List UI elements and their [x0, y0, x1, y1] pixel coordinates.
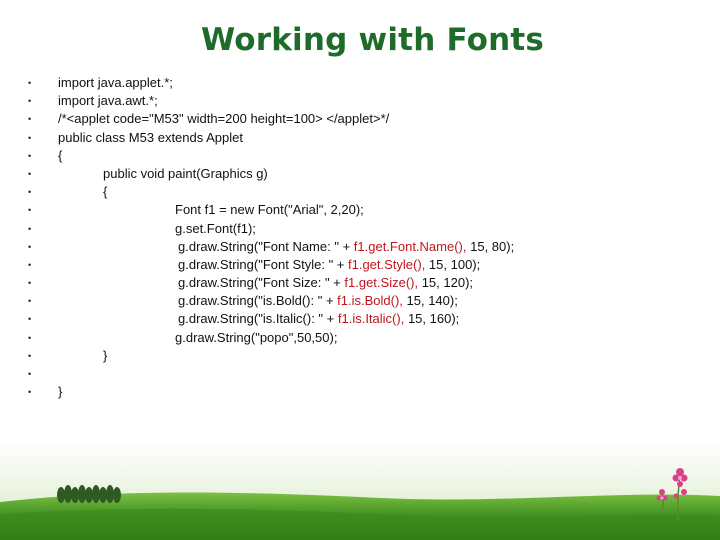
bullet-icon: • — [28, 314, 32, 325]
code-segment: Font f1 = new Font("Arial", 2,20); — [175, 202, 364, 218]
code-line: • g.draw.String("popo",50,50); — [28, 329, 668, 347]
bullet-icon: • — [28, 114, 32, 125]
code-listing: • import java.applet.*; • import java.awt.*… — [28, 74, 668, 401]
code-segment: g.set.Font(f1); — [175, 220, 256, 236]
code-line: • g.set.Font(f1); — [28, 220, 668, 238]
code-highlight: f1.is.Bold(), — [337, 293, 403, 309]
code-highlight: f1.get.Size(), — [344, 275, 419, 291]
code-text: public class M53 extends Applet — [58, 129, 243, 147]
code-line: • g.draw.String("Font Size: " + f1.get.Si… — [28, 274, 668, 292]
bullet-icon: • — [28, 96, 32, 107]
code-segment: g.draw.String("popo",50,50); — [175, 329, 338, 345]
code-segment: { — [103, 184, 108, 200]
code-segment: g.draw.String("Font Style: " + — [178, 256, 348, 272]
code-text: /*<applet code="M53" width=200 height=10… — [58, 110, 389, 128]
bullet-icon: • — [28, 132, 32, 143]
code-text: } — [58, 383, 62, 401]
code-segment: } — [103, 347, 108, 363]
code-text: } — [103, 347, 107, 365]
bullet-icon: • — [28, 150, 32, 161]
bullet-icon: • — [28, 350, 32, 361]
code-segment: 15, 100); — [425, 256, 481, 272]
code-line: • public class M53 extends Applet — [28, 129, 668, 147]
bullet-icon: • — [28, 387, 32, 398]
pink-flower-icon — [656, 468, 688, 521]
code-segment: /*<applet code="M53" width=200 height=10… — [58, 111, 390, 127]
code-segment: } — [58, 384, 63, 400]
code-text: Font f1 = new Font("Arial", 2,20); — [175, 201, 364, 219]
code-segment: import java.awt.*; — [58, 93, 158, 109]
code-line: • import java.applet.*; — [28, 74, 668, 92]
code-segment: public class M53 extends Applet — [58, 129, 243, 145]
code-segment: g.draw.String("Font Name: " + — [178, 238, 354, 254]
code-segment: 15, 140); — [402, 293, 458, 309]
bullet-icon: • — [28, 187, 32, 198]
code-line: • — [28, 365, 668, 383]
bullet-icon: • — [28, 259, 32, 270]
code-text: { — [103, 183, 107, 201]
code-line: • g.draw.String("Font Name: " + f1.get.Fo… — [28, 238, 668, 256]
code-segment: g.draw.String("is.Italic(): " + — [178, 311, 338, 327]
bullet-icon: • — [28, 332, 32, 343]
code-line: •} — [28, 347, 668, 365]
bullet-icon: • — [28, 223, 32, 234]
code-line: •{ — [28, 183, 668, 201]
slide-title: Working with Fonts — [200, 22, 545, 58]
code-segment: { — [58, 147, 63, 163]
code-line: • public void paint(Graphics g) — [28, 165, 668, 183]
code-line: • /*<applet code="M53" width=200 height=1… — [28, 110, 668, 128]
bullet-icon: • — [28, 78, 32, 88]
code-line: • import java.awt.*; — [28, 92, 668, 110]
bullet-icon: • — [28, 241, 32, 252]
code-highlight: f1.is.Italic(), — [337, 311, 405, 327]
code-segment: import java.applet.*; — [58, 75, 173, 90]
code-text: g.draw.String("Font Size: " + f1.get.Siz… — [178, 274, 473, 292]
code-line: •{ — [28, 147, 668, 165]
bullet-icon: • — [28, 278, 32, 289]
code-line: • g.draw.String("is.Italic(): " + f1.is.I… — [28, 310, 668, 328]
code-text: public void paint(Graphics g) — [103, 165, 268, 183]
code-text: g.draw.String("Font Name: " + f1.get.Fon… — [178, 238, 514, 256]
tree-line-icon — [57, 485, 121, 503]
code-segment: g.draw.String("is.Bold(): " + — [178, 293, 338, 309]
bullet-icon: • — [28, 205, 32, 216]
code-highlight: f1.get.Style(), — [348, 256, 426, 272]
bullet-icon: • — [28, 168, 32, 179]
code-text: import java.awt.*; — [58, 92, 158, 110]
code-segment: 15, 160); — [404, 311, 460, 327]
bullet-icon: • — [28, 369, 32, 379]
code-line: • Font f1 = new Font("Arial", 2,20); — [28, 201, 668, 219]
bullet-icon: • — [28, 296, 32, 307]
code-text: g.draw.String("is.Italic(): " + f1.is.It… — [178, 310, 459, 328]
code-line: •} — [28, 383, 668, 401]
code-segment: public void paint(Graphics g) — [103, 165, 268, 181]
code-text: g.draw.String("Font Style: " + f1.get.St… — [178, 256, 480, 274]
code-text: g.draw.String("popo",50,50); — [175, 329, 337, 347]
code-text: import java.applet.*; — [58, 74, 173, 92]
code-line: • g.draw.String("is.Bold(): " + f1.is.Bol… — [28, 292, 668, 310]
code-text: g.set.Font(f1); — [175, 220, 256, 238]
code-highlight: f1.get.Font.Name(), — [353, 238, 467, 254]
code-line: • g.draw.String("Font Style: " + f1.get.S… — [28, 256, 668, 274]
code-text: g.draw.String("is.Bold(): " + f1.is.Bold… — [178, 292, 458, 310]
code-segment: 15, 120); — [418, 275, 474, 291]
code-segment: g.draw.String("Font Size: " + — [178, 275, 345, 291]
code-text: { — [58, 147, 62, 165]
code-segment: 15, 80); — [466, 238, 515, 254]
